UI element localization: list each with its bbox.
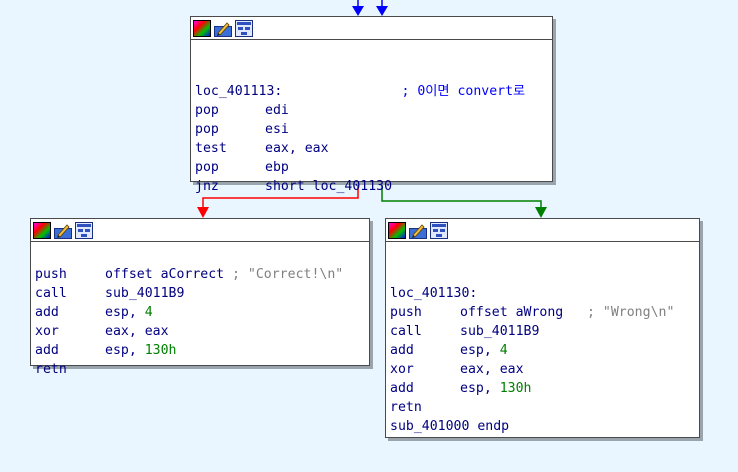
graph-view-icon[interactable] [430,221,448,239]
code-label[interactable]: loc_401130: [390,286,477,301]
operand[interactable]: offset aWrong [460,305,563,320]
mnemonic: jnz [195,179,219,194]
mnemonic: call [35,286,67,301]
graph-view-icon[interactable] [75,221,93,239]
mnemonic: add [35,343,59,358]
code-line: jnz short loc_401130 [195,177,552,196]
operand: eax, eax [105,324,169,339]
operand: esp, [105,305,145,320]
mnemonic: push [35,267,67,282]
code-line: add esp, 130h [35,341,369,360]
code-line: pop esi [195,120,552,139]
edit-pencil-icon[interactable] [54,222,72,239]
node-code: loc_401113: ; 0이면 convert로 pop edi pop esi te… [191,40,552,196]
code-line: retn [390,398,699,417]
mnemonic: test [195,141,227,156]
color-palette-icon[interactable] [193,19,211,37]
operand: eax, eax [265,141,329,156]
mnemonic: xor [390,362,414,377]
mnemonic: pop [195,103,219,118]
code-line: test eax, eax [195,139,552,158]
string-comment: ; "Correct!\n" [232,267,344,282]
call-target[interactable]: sub_4011B9 [460,324,539,339]
operand: ebp [265,160,289,175]
immediate-value: 130h [499,381,532,396]
code-label[interactable]: loc_401113: [195,84,282,99]
immediate-value: 4 [499,343,508,358]
jump-target[interactable]: short loc_401130 [265,179,392,194]
mnemonic: add [390,343,414,358]
node-loc-401130[interactable]: loc_401130:push offset aWrong ; "Wrong\n"… [385,218,700,438]
label-line: loc_401130: [390,284,699,303]
code-line: pop edi [195,101,552,120]
code-line: retn [35,360,369,379]
operand: edi [265,103,289,118]
mnemonic: pop [195,160,219,175]
node-code: loc_401130:push offset aWrong ; "Wrong\n"… [386,242,699,436]
code-line: pop ebp [195,158,552,177]
edit-pencil-icon[interactable] [214,20,232,37]
code-line: sub_401000 endp [390,417,699,436]
code-comment: ; 0이면 convert로 [401,84,526,99]
code-line: push offset aWrong ; "Wrong\n" [390,303,699,322]
mnemonic: push [390,305,422,320]
mnemonic: add [35,305,59,320]
code-line: call sub_4011B9 [390,322,699,341]
color-palette-icon[interactable] [33,221,51,239]
incoming-edge-2 [376,0,388,16]
string-comment: ; "Wrong\n" [587,305,675,320]
code-line: add esp, 4 [390,341,699,360]
node-toolbar [191,17,552,40]
incoming-edge-1 [352,0,364,16]
immediate-value: 4 [144,305,153,320]
operand: eax, eax [460,362,524,377]
node-correct-branch[interactable]: push offset aCorrect ; "Correct!\n" call su… [30,218,370,377]
mnemonic: pop [195,122,219,137]
graph-view-icon[interactable] [235,19,253,37]
function-end-marker: sub_401000 endp [390,419,510,434]
mnemonic: call [390,324,422,339]
code-line: add esp, 130h [390,379,699,398]
edit-pencil-icon[interactable] [409,222,427,239]
code-line: xor eax, eax [390,360,699,379]
mnemonic: retn [35,362,67,377]
call-target[interactable]: sub_4011B9 [105,286,184,301]
operand: esp, [460,343,500,358]
operand: esi [265,122,289,137]
operand: esp, [105,343,145,358]
code-line: xor eax, eax [35,322,369,341]
node-toolbar [31,219,369,242]
code-line: push offset aCorrect ; "Correct!\n" [35,265,369,284]
label-line: loc_401113: ; 0이면 convert로 [195,82,552,101]
mnemonic: add [390,381,414,396]
node-code: push offset aCorrect ; "Correct!\n" call su… [31,242,369,379]
mnemonic: retn [390,400,422,415]
immediate-value: 130h [144,343,177,358]
code-line: add esp, 4 [35,303,369,322]
mnemonic: xor [35,324,59,339]
code-line: call sub_4011B9 [35,284,369,303]
color-palette-icon[interactable] [388,221,406,239]
graph-view-canvas[interactable]: loc_401113: ; 0이면 convert로 pop edi pop esi te… [0,0,738,472]
node-toolbar [386,219,699,242]
operand: esp, [460,381,500,396]
node-loc-401113[interactable]: loc_401113: ; 0이면 convert로 pop edi pop esi te… [190,16,553,194]
operand[interactable]: offset aCorrect [105,267,224,282]
